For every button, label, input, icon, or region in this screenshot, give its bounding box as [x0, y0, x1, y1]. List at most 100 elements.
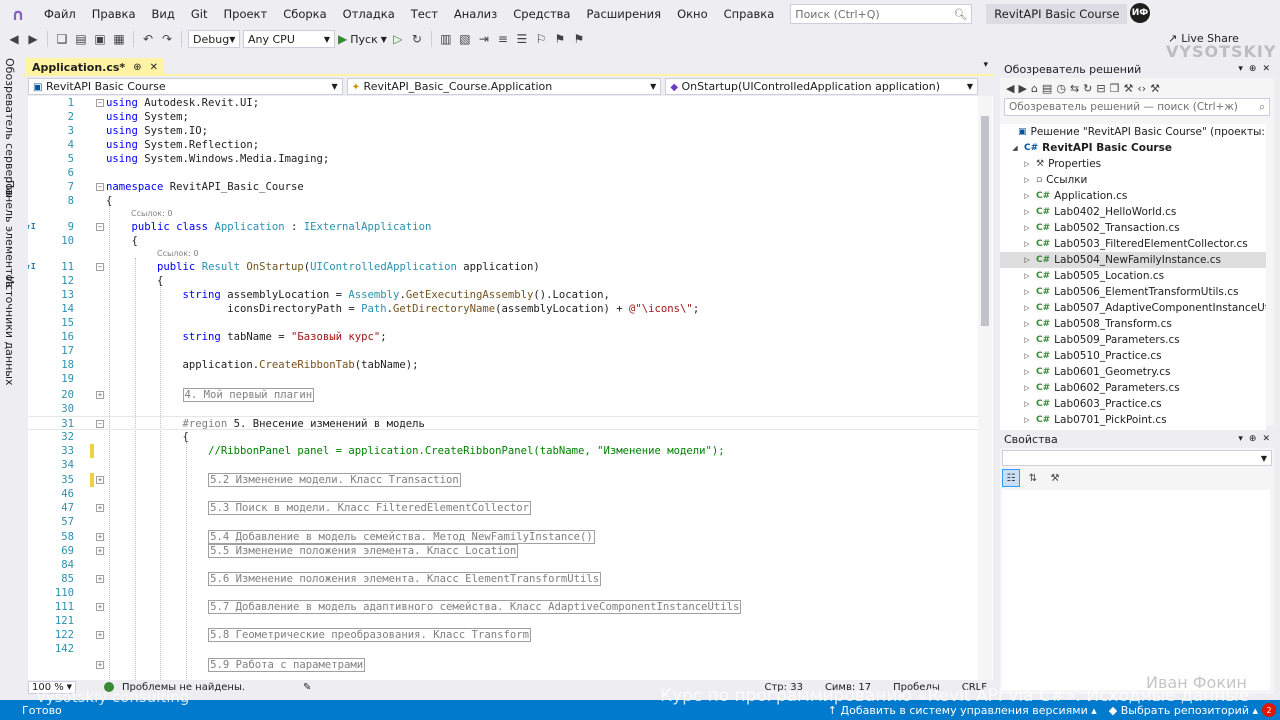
menu-edit[interactable]: Правка: [84, 0, 144, 28]
back-icon[interactable]: ◀: [1006, 82, 1014, 95]
column-indicator[interactable]: Симв: 17: [825, 682, 871, 693]
format-icon[interactable]: ≡: [495, 31, 511, 47]
new-project-icon[interactable]: ❑: [54, 31, 70, 47]
hot-reload-icon[interactable]: ↻: [409, 31, 425, 47]
pending-changes-icon[interactable]: ◷: [1056, 82, 1066, 95]
save-all-icon[interactable]: ▦: [111, 31, 127, 47]
collapsed-region[interactable]: 4. Мой первый плагин: [182, 388, 315, 402]
collapsed-region[interactable]: 5.4 Добавление в модель семейства. Метод…: [208, 530, 595, 544]
open-folder-icon[interactable]: ▤: [73, 31, 89, 47]
toolbox-tab[interactable]: Панель элементов: [3, 180, 16, 288]
add-to-source-control-button[interactable]: ↑ Добавить в систему управления версиями…: [828, 704, 1097, 717]
alphabetical-icon[interactable]: ⇅: [1024, 469, 1042, 487]
global-search-input[interactable]: Поиск (Ctrl+Q) 🔍︎: [790, 4, 973, 24]
fold-toggle-icon[interactable]: +: [96, 504, 104, 512]
tree-item-file[interactable]: ▷C#Lab0507_AdaptiveComponentInstanceUtil…: [1022, 300, 1266, 316]
member-dropdown[interactable]: ◆ OnStartup(UIControlledApplication appl…: [665, 78, 978, 95]
forward-icon[interactable]: ▶: [1018, 82, 1026, 95]
menu-window[interactable]: Окно: [669, 0, 716, 28]
tree-item-file[interactable]: ▷ C# Application.cs: [1022, 188, 1127, 204]
layout-icon[interactable]: ▧: [457, 31, 473, 47]
collapsed-arrow-icon[interactable]: ▷: [1022, 320, 1032, 328]
back-icon[interactable]: ◀: [6, 31, 22, 47]
line-ending-indicator[interactable]: CRLF: [962, 682, 987, 693]
collapse-all-icon[interactable]: ⊟: [1096, 82, 1105, 95]
collapsed-arrow-icon[interactable]: ▷: [1022, 368, 1032, 376]
tree-item-file[interactable]: ▷ C# Lab0402_HelloWorld.cs: [1022, 204, 1176, 220]
tree-item-references[interactable]: ▷ ▫ Ссылки: [1022, 172, 1087, 188]
fold-toggle-icon[interactable]: +: [96, 391, 104, 399]
tree-item-file[interactable]: ▷ C# Lab0701_PickPoint.cs: [1022, 412, 1166, 428]
platform-select[interactable]: Any CPU ▼: [243, 30, 335, 48]
data-sources-tab[interactable]: Источники данных: [3, 276, 16, 385]
fold-toggle-icon[interactable]: −: [96, 420, 104, 428]
properties-grid[interactable]: [1002, 490, 1270, 690]
tree-item-file[interactable]: ▷ C# Lab0601_Geometry.cs: [1022, 364, 1170, 380]
fold-toggle-icon[interactable]: +: [96, 631, 104, 639]
collapsed-region[interactable]: 5.6 Изменение положения элемента. Класс …: [208, 572, 602, 586]
collapsed-arrow-icon[interactable]: ▷: [1022, 304, 1032, 312]
menu-project[interactable]: Проект: [216, 0, 276, 28]
dropdown-icon[interactable]: ▾: [1238, 434, 1243, 444]
collapsed-arrow-icon[interactable]: ▷: [1022, 400, 1032, 408]
collapsed-arrow-icon[interactable]: ▷: [1022, 208, 1032, 216]
collapsed-region[interactable]: 5.2 Изменение модели. Класс Transaction: [208, 473, 461, 487]
switch-views-icon[interactable]: ▤: [1042, 82, 1052, 95]
tree-item-file[interactable]: ▷ C# Lab0510_Practice.cs: [1022, 348, 1161, 364]
close-icon[interactable]: ✕: [150, 62, 158, 73]
scrollbar-thumb[interactable]: [981, 116, 989, 326]
project-dropdown[interactable]: ▣ RevitAPI Basic Course ▼: [28, 78, 343, 95]
close-icon[interactable]: ✕: [1262, 434, 1270, 444]
save-icon[interactable]: ▣: [92, 31, 108, 47]
tree-item-file[interactable]: ▷ C# Lab0503_FilteredElementCollector.cs: [1022, 236, 1247, 252]
fold-toggle-icon[interactable]: +: [96, 603, 104, 611]
tab-overflow-icon[interactable]: ▾: [983, 60, 988, 70]
tree-item-file-selected[interactable]: ▷ C# Lab0504_NewFamilyInstance.cs: [1000, 252, 1266, 268]
tree-item-file[interactable]: ▷ C# Lab0603_Practice.cs: [1022, 396, 1161, 412]
menu-build[interactable]: Сборка: [275, 0, 334, 28]
solution-explorer-search[interactable]: Обозреватель решений — поиск (Ctrl+ж) ⌕: [1004, 98, 1270, 116]
collapsed-region[interactable]: 5.7 Добавление в модель адаптивного семе…: [208, 600, 742, 614]
tree-item-file[interactable]: ▷ C# Lab0602_Parameters.cs: [1022, 380, 1179, 396]
redo-icon[interactable]: ↷: [159, 31, 175, 47]
menu-debug[interactable]: Отладка: [335, 0, 403, 28]
menu-test[interactable]: Тест: [403, 0, 446, 28]
fold-toggle-icon[interactable]: +: [96, 575, 104, 583]
forward-icon[interactable]: ▶: [25, 31, 41, 47]
collapsed-arrow-icon[interactable]: ▷: [1022, 160, 1032, 168]
class-dropdown[interactable]: ✦ RevitAPI_Basic_Course.Application ▼: [346, 78, 662, 95]
dropdown-icon[interactable]: ▾: [1238, 64, 1243, 74]
code-editor[interactable]: 1− using Autodesk.Revit.UI; 2 using System…: [28, 96, 993, 680]
zoom-select[interactable]: 100 % ▼: [28, 680, 76, 694]
fold-toggle-icon[interactable]: +: [96, 661, 104, 669]
menu-extensions[interactable]: Расширения: [578, 0, 669, 28]
properties-icon[interactable]: ⚒: [1123, 82, 1133, 95]
wrench-icon[interactable]: ⚒: [1150, 82, 1160, 95]
brush-icon[interactable]: ✎: [303, 682, 311, 693]
undo-icon[interactable]: ↶: [140, 31, 156, 47]
server-explorer-tab[interactable]: Обозреватель серверов: [3, 58, 16, 196]
tree-item-project[interactable]: ◢ C# RevitAPI Basic Course: [1010, 140, 1172, 156]
tree-item-file[interactable]: ▷ C# Lab0508_Transform.cs: [1022, 316, 1172, 332]
expanded-arrow-icon[interactable]: ◢: [1010, 144, 1020, 152]
browser-link-icon[interactable]: ▥: [438, 31, 454, 47]
collapsed-region[interactable]: 5.3 Поиск в модели. Класс FilteredElemen…: [208, 501, 531, 515]
codelens-reference-hint[interactable]: Ссылок: 0: [157, 249, 198, 258]
fold-toggle-icon[interactable]: −: [96, 99, 104, 107]
fold-toggle-icon[interactable]: +: [96, 547, 104, 555]
tree-item-file[interactable]: ▷ C# Lab0502_Transaction.cs: [1022, 220, 1179, 236]
select-repository-button[interactable]: ◆ Выбрать репозиторий ▴: [1109, 704, 1258, 717]
bookmark-prev-icon[interactable]: ⚑: [552, 31, 568, 47]
properties-object-select[interactable]: ▼: [1002, 450, 1272, 466]
sync-icon[interactable]: ⇆: [1070, 82, 1079, 95]
bookmark-icon[interactable]: ⚐: [533, 31, 549, 47]
tab-application-cs[interactable]: Application.cs* ⊕ ✕: [26, 58, 164, 76]
menu-analyze[interactable]: Анализ: [446, 0, 505, 28]
close-icon[interactable]: ✕: [1262, 64, 1270, 74]
collapsed-arrow-icon[interactable]: ▷: [1022, 416, 1032, 424]
menu-file[interactable]: Файл: [36, 0, 84, 28]
comment-icon[interactable]: ☰: [514, 31, 530, 47]
tree-item-file[interactable]: ▷ C# Lab0509_Parameters.cs: [1022, 332, 1179, 348]
fold-toggle-icon[interactable]: −: [96, 223, 104, 231]
collapsed-arrow-icon[interactable]: ▷: [1022, 192, 1032, 200]
